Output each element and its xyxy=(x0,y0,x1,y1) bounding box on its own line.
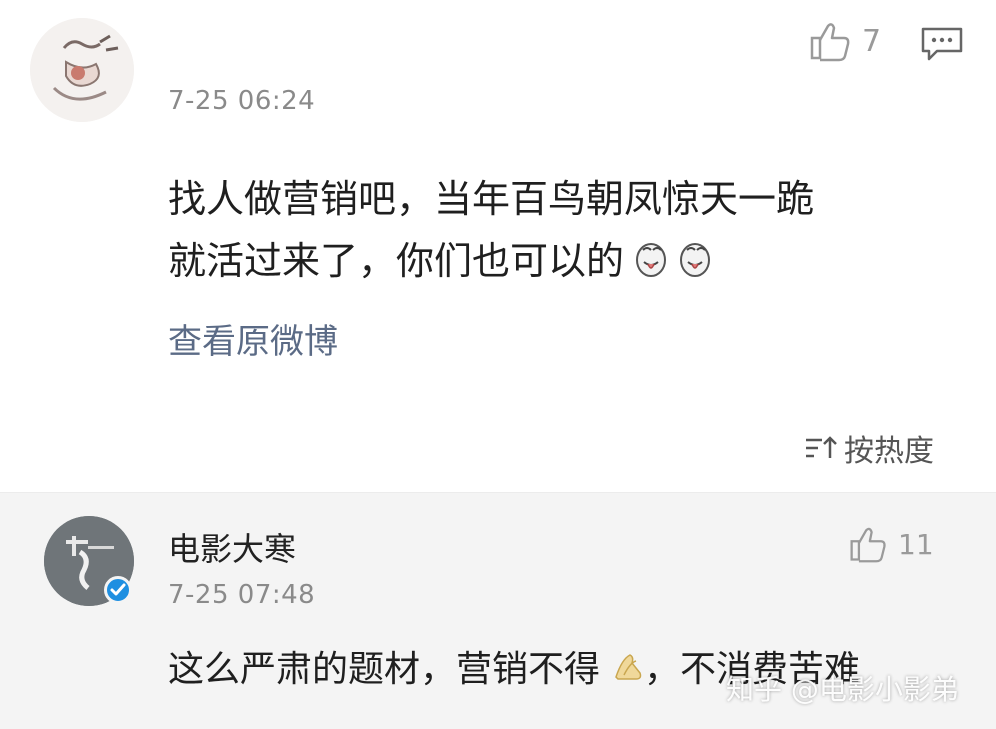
thumbs-up-icon xyxy=(810,23,850,62)
commenter-avatar[interactable] xyxy=(30,18,134,122)
reply-button[interactable] xyxy=(920,26,964,62)
reply-username[interactable]: 电影大寒 xyxy=(168,524,296,570)
sort-icon xyxy=(806,436,837,458)
sort-toggle[interactable]: 按热度 xyxy=(804,426,934,470)
watermark: 知乎 @电影小影弟 xyxy=(726,673,959,706)
view-original-link[interactable]: 查看原微博 xyxy=(168,314,338,363)
comment-time: 7-25 06:24 xyxy=(168,86,316,116)
tongue-face-emoji-icon xyxy=(636,243,667,277)
like-count: 7 xyxy=(862,23,882,59)
like-button[interactable]: 7 xyxy=(808,20,881,62)
comment-icon xyxy=(921,27,963,61)
reply-time: 7-25 07:48 xyxy=(168,580,316,610)
tongue-face-emoji-icon-2 xyxy=(680,243,711,277)
thumbs-up-icon xyxy=(850,527,886,563)
sort-label: 按热度 xyxy=(844,434,934,469)
praying-hands-emoji-icon xyxy=(615,654,642,680)
comment-text-line2: 就活过来了，你们也可以的 xyxy=(168,230,712,285)
reply-text-before: 这么严肃的题材，营销不得 xyxy=(168,649,601,690)
verified-badge xyxy=(104,576,132,604)
comment-text-line2-content: 就活过来了，你们也可以的 xyxy=(168,239,625,283)
check-icon xyxy=(110,583,126,596)
comment-card: 7 7-25 06:24 找人做营销吧，当年百鸟朝凤惊天一跪 就活过来了，你们也… xyxy=(0,0,996,492)
reply-like-button[interactable]: 11 xyxy=(848,524,934,564)
comment-text-line1: 找人做营销吧，当年百鸟朝凤惊天一跪 xyxy=(168,177,815,221)
reply-like-count: 11 xyxy=(898,527,934,561)
